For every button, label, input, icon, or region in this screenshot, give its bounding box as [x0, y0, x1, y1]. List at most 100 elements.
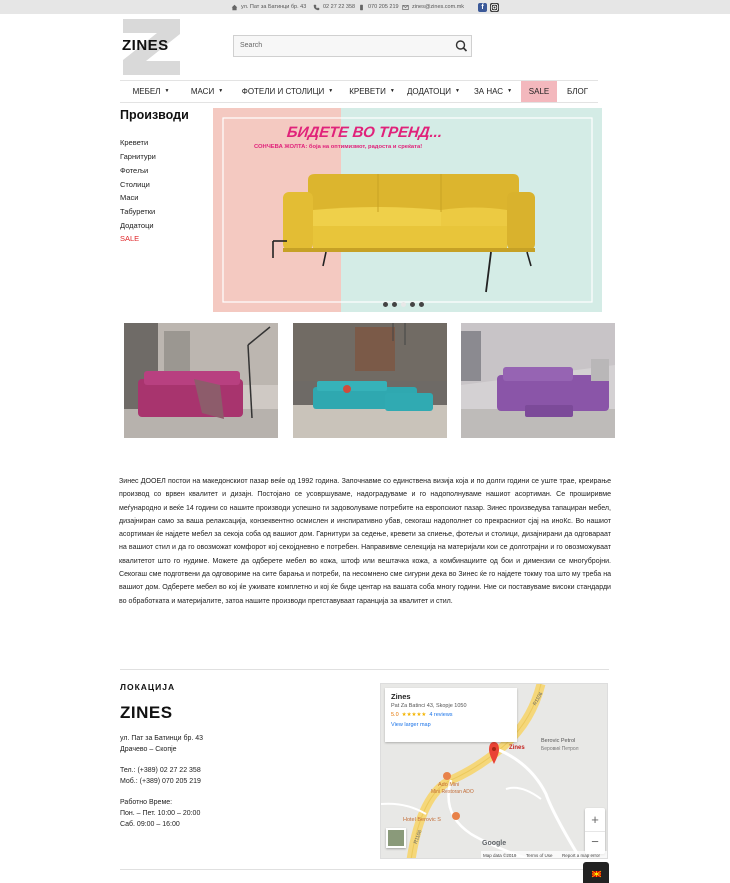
map-place-name: Zines — [391, 692, 411, 701]
map-terms-link[interactable]: Terms of Use — [526, 851, 553, 858]
search-input[interactable]: Search — [233, 35, 452, 57]
map-poi-1: Berovic Petrol — [541, 738, 576, 744]
nav-item-dodatoci[interactable]: ДОДАТОЦИ ▼ — [401, 81, 466, 102]
sidebar-link-foteli[interactable]: Фотељи — [120, 166, 148, 175]
sidebar-link-taburetki[interactable]: Табуретки — [120, 207, 155, 216]
footer-hours-saturday: Саб. 09:00 – 16:00 — [120, 821, 180, 828]
map-report-link[interactable]: Report a map error — [562, 851, 600, 858]
search-button[interactable] — [451, 35, 472, 57]
map-pin-label: Zines — [509, 745, 525, 751]
satellite-toggle[interactable] — [386, 828, 406, 848]
map-larger-link[interactable]: View larger map — [391, 722, 511, 728]
logo-text: ZINES — [122, 37, 169, 54]
banner-headline: БИДЕТЕ ВО ТРЕНД... — [286, 124, 444, 141]
map-zoom-controls: + − — [585, 808, 605, 854]
hero-slider[interactable]: БИДЕТЕ ВО ТРЕНД... СОНЧЕВА ЖОЛТА: боја н… — [213, 108, 602, 312]
caret-down-icon: ▼ — [455, 88, 460, 95]
sidebar-link-dodatoci[interactable]: Додатоци — [120, 221, 154, 230]
topbar-address-text: ул. Пат за Батинци бр. 43 — [241, 4, 307, 10]
language-switcher[interactable] — [583, 862, 609, 883]
location-title: ЛОКАЦИЈА — [120, 682, 176, 692]
map-data-text: Map data ©2019 — [483, 853, 517, 858]
footer-address-1: ул. Пат за Батинци бр. 43 — [120, 735, 204, 742]
mail-icon — [402, 4, 409, 10]
map-attribution-bar: Map data ©2019 Terms of Use Report a map… — [481, 851, 607, 858]
caret-down-icon: ▼ — [328, 88, 334, 95]
product-thumb-1[interactable] — [124, 323, 278, 438]
sidebar-link-garnituri[interactable]: Гарнитури — [120, 152, 156, 161]
nav-label: ФОТЕЛИ И СТОЛИЦИ — [241, 87, 325, 96]
caret-down-icon: ▼ — [389, 88, 395, 95]
nav-label: КРЕВЕТИ — [349, 87, 386, 96]
map-poi-1-sub: Беровиќ Петрол — [541, 746, 579, 752]
sidebar-title: Производи — [120, 108, 189, 122]
topbar-email-text: zines@zines.com.mk — [412, 4, 465, 10]
topbar-phone1[interactable]: 02 27 22 358 — [313, 0, 355, 14]
room-photo-teal-sofa — [293, 323, 447, 438]
phone-icon — [313, 4, 320, 10]
map-info-card: Zines Pat Za Batinci 43, Skopje 1050 5.0… — [385, 688, 517, 742]
nav-label: БЛОГ — [566, 87, 589, 96]
zoom-in-button[interactable]: + — [585, 808, 605, 831]
topbar-phone1-text: 02 27 22 358 — [323, 4, 356, 10]
google-logo: Google — [482, 840, 507, 847]
footer-divider-bottom — [120, 869, 609, 870]
nav-item-blog[interactable]: БЛОГ — [557, 81, 598, 102]
slider-dot-5[interactable] — [419, 302, 424, 307]
sidebar-link-stolici[interactable]: Столици — [120, 180, 150, 189]
footer-mob: Моб.: (+389) 070 205 219 — [120, 778, 201, 785]
slider-dot-3-active[interactable] — [401, 302, 406, 307]
search-placeholder: Search — [240, 42, 263, 49]
caret-down-icon: ▼ — [218, 88, 224, 95]
home-icon — [231, 4, 238, 10]
nav-label: МЕБЕЛ — [132, 87, 161, 96]
nav-item-foteli[interactable]: ФОТЕЛИ И СТОЛИЦИ ▼ — [232, 81, 343, 102]
footer-hours-title: Работно Време: — [120, 799, 173, 806]
nav-item-masi[interactable]: МАСИ ▼ — [182, 81, 232, 102]
nav-label: ДОДАТОЦИ — [407, 87, 452, 96]
facebook-icon[interactable]: f — [478, 3, 487, 12]
rating-stars-icon: ★★★★★ — [401, 712, 427, 718]
location-map[interactable]: Zines Pat Za Batinci 43, Skopje 1050 5.0… — [380, 683, 608, 859]
room-photo-pink-sofa — [124, 323, 278, 438]
footer-tel: Тел.: (+389) 02 27 22 358 — [120, 767, 201, 774]
sidebar-link-sale[interactable]: SALE — [120, 234, 139, 243]
slider-dot-2[interactable] — [392, 302, 397, 307]
caret-down-icon: ▼ — [164, 88, 170, 95]
slider-dot-1[interactable] — [383, 302, 388, 307]
macedonia-flag-icon — [591, 870, 602, 878]
map-reviews-link[interactable]: 4 reviews — [429, 712, 452, 718]
sidebar-link-kreveti[interactable]: Кревети — [120, 138, 148, 147]
topbar-phone2[interactable]: 070 205 219 — [358, 0, 399, 14]
nav-item-sale[interactable]: SALE — [521, 81, 557, 102]
nav-label: МАСИ — [190, 87, 215, 96]
about-text: Зинес ДООЕЛ постои на македонскиот пазар… — [119, 478, 611, 605]
sidebar-link-masi[interactable]: Маси — [120, 193, 138, 202]
slider-dot-4[interactable] — [410, 302, 415, 307]
banner-subline: СОНЧЕВА ЖОЛТА: боја на оптимизмот, радос… — [254, 144, 423, 150]
product-thumb-2[interactable] — [293, 323, 447, 438]
map-rating: 5.0 — [391, 712, 399, 718]
footer-hours-weekdays: Пон. – Пет. 10:00 – 20:00 — [120, 810, 201, 817]
product-thumb-3[interactable] — [461, 323, 615, 438]
nav-label: ЗА НАС — [473, 87, 504, 96]
nav-item-za-nas[interactable]: ЗА НАС ▼ — [466, 81, 520, 102]
caret-down-icon: ▼ — [507, 88, 513, 95]
topbar-phone2-text: 070 205 219 — [368, 4, 399, 10]
search-icon — [455, 40, 468, 52]
topbar-email[interactable]: zines@zines.com.mk — [402, 0, 464, 14]
nav-item-mebel[interactable]: МЕБЕЛ ▼ — [120, 81, 182, 102]
footer-logo: ZINES — [120, 703, 173, 722]
map-poi-2-sub: Mini Restoran ADO — [431, 789, 474, 795]
nav-label: SALE — [528, 87, 550, 96]
footer-divider-top — [120, 669, 609, 670]
site-logo[interactable]: ZINES — [120, 18, 184, 76]
instagram-icon[interactable] — [490, 3, 499, 12]
nav-item-kreveti[interactable]: КРЕВЕТИ ▼ — [343, 81, 401, 102]
map-poi-3: Hotel Berovic S — [403, 817, 441, 823]
map-rating-row: 5.0 ★★★★★ 4 reviews — [391, 712, 511, 718]
room-photo-purple-sofa — [461, 323, 615, 438]
topbar-address: ул. Пат за Батинци бр. 43 — [231, 0, 306, 14]
mobile-icon — [360, 4, 363, 10]
main-nav: МЕБЕЛ ▼ МАСИ ▼ ФОТЕЛИ И СТОЛИЦИ ▼ КРЕВЕТИ ▼ … — [120, 80, 598, 103]
